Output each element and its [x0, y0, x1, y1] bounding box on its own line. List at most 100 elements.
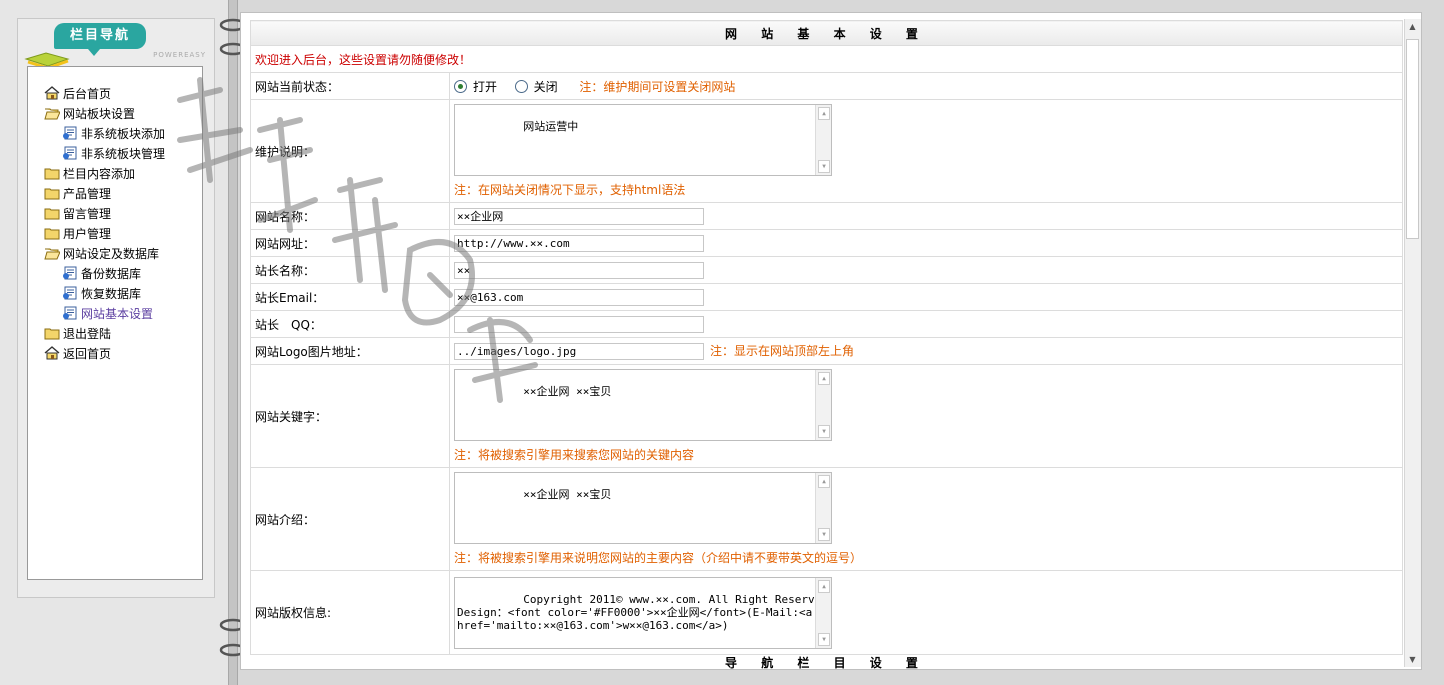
- welcome-row: 欢迎进入后台，这些设置请勿随便修改！: [250, 45, 1403, 73]
- sidebar-item[interactable]: 恢复数据库: [44, 284, 165, 304]
- copyright-value: Copyright 2011© www.××.com. All Right Re…: [457, 592, 828, 632]
- textarea-scrollbar[interactable]: ▲ ▼: [815, 577, 831, 648]
- scroll-up-icon[interactable]: ▲: [818, 475, 830, 488]
- settings-table: 网 站 基 本 设 置 欢迎进入后台，这些设置请勿随便修改！ 网站当前状态： 打…: [250, 20, 1403, 655]
- maintenance-row: 维护说明： 网站运营中 ▲ ▼ 注：在网站关闭情况下显示，支持html语法: [250, 99, 1403, 203]
- sidebar-item-label: 网站板块设置: [63, 107, 136, 121]
- document-icon: [62, 146, 78, 160]
- admin-qq-field: [449, 310, 1403, 338]
- status-label: 网站当前状态：: [250, 72, 450, 100]
- folder-icon: [44, 186, 60, 200]
- scroll-up-icon[interactable]: ▲: [818, 372, 830, 385]
- admin-email-input[interactable]: ××@163.com: [454, 288, 704, 306]
- document-icon: [62, 286, 78, 300]
- sidebar-item-label: 后台首页: [63, 87, 112, 101]
- scroll-up-icon[interactable]: ▲: [818, 579, 830, 593]
- textarea-scrollbar[interactable]: ▲ ▼: [815, 370, 831, 440]
- home-icon: [44, 86, 60, 100]
- keywords-note: 注：将被搜索引擎用来搜索您网站的关键内容: [454, 448, 695, 462]
- scroll-up-icon[interactable]: ▲: [818, 107, 830, 120]
- site-name-row: 网站名称： ××企业网: [250, 202, 1403, 230]
- logo-input[interactable]: ../images/logo.jpg: [454, 343, 704, 360]
- sidebar-item-label: 用户管理: [63, 227, 112, 241]
- scroll-up-icon[interactable]: ▲: [1407, 21, 1418, 32]
- sidebar-item[interactable]: 退出登陆: [44, 324, 165, 344]
- folder-icon: [44, 166, 60, 180]
- admin-qq-input[interactable]: [454, 315, 704, 333]
- sidebar-item[interactable]: 产品管理: [44, 184, 165, 204]
- sidebar-item[interactable]: 备份数据库: [44, 264, 165, 284]
- status-note: 注：维护期间可设置关闭网站: [579, 79, 736, 94]
- sidebar-item-label: 网站基本设置: [81, 307, 154, 321]
- site-url-label: 网站网址：: [250, 229, 450, 257]
- site-url-input[interactable]: http://www.××.com: [454, 234, 704, 252]
- scroll-down-icon[interactable]: ▼: [818, 528, 830, 541]
- maintenance-label: 维护说明：: [250, 99, 450, 203]
- left-panel: 栏目导航 POWEREASY 后台首页 网站板块设置 非系统板块添加 非系统板块管理栏…: [0, 0, 232, 685]
- admin-name-input[interactable]: ××: [454, 261, 704, 279]
- sidebar-item[interactable]: 返回首页: [44, 344, 165, 364]
- copyright-textarea[interactable]: Copyright 2011© www.××.com. All Right Re…: [454, 576, 832, 649]
- sidebar: 栏目导航 POWEREASY 后台首页 网站板块设置 非系统板块添加 非系统板块管理栏…: [17, 18, 215, 598]
- folder-open-icon: [44, 246, 61, 260]
- nav-box: 后台首页网站板块设置非系统板块添加 非系统板块管理栏目内容添加产品管理留言管理用户…: [27, 66, 203, 580]
- scroll-down-icon[interactable]: ▼: [818, 160, 830, 173]
- admin-email-label: 站长Email：: [250, 283, 450, 311]
- sidebar-item-label: 备份数据库: [81, 267, 142, 281]
- admin-email-field: ××@163.com: [449, 283, 1403, 311]
- maintenance-value: 网站运营中: [523, 120, 579, 133]
- status-field: 打开 关闭 注：维护期间可设置关闭网站: [449, 72, 1403, 100]
- sidebar-item[interactable]: 留言管理: [44, 204, 165, 224]
- document-icon: [62, 306, 78, 320]
- sidebar-item-label: 退出登陆: [63, 327, 112, 341]
- sidebar-item[interactable]: 网站设定及数据库: [44, 244, 165, 264]
- logo-field: ../images/logo.jpg 注：显示在网站顶部左上角: [449, 337, 1403, 365]
- keywords-textarea[interactable]: ××企业网 ××宝贝 ▲ ▼: [454, 369, 832, 441]
- section-title: 网 站 基 本 设 置: [250, 20, 1403, 46]
- sidebar-item-label: 返回首页: [63, 347, 112, 361]
- keywords-field: ××企业网 ××宝贝 ▲ ▼ 注：将被搜索引擎用来搜索您网站的关键内容: [449, 364, 1403, 468]
- folder-icon: [44, 226, 60, 240]
- sidebar-item-label: 非系统板块管理: [81, 147, 166, 161]
- sidebar-item[interactable]: 非系统板块添加: [44, 124, 165, 144]
- description-textarea[interactable]: ××企业网 ××宝贝 ▲ ▼: [454, 472, 832, 544]
- status-close-radio[interactable]: [514, 79, 528, 93]
- copyright-row: 网站版权信息: Copyright 2011© www.××.com. All …: [250, 570, 1403, 655]
- section-header-row: 网 站 基 本 设 置: [250, 20, 1403, 46]
- scroll-thumb[interactable]: [1406, 39, 1419, 239]
- logo-note: 注：显示在网站顶部左上角: [710, 344, 855, 358]
- sidebar-item[interactable]: 网站板块设置: [44, 104, 165, 124]
- main-scrollbar[interactable]: ▲ ▼: [1404, 19, 1421, 667]
- site-name-field: ××企业网: [449, 202, 1403, 230]
- folder-open-icon: [44, 106, 61, 120]
- sidebar-item[interactable]: 栏目内容添加: [44, 164, 165, 184]
- sidebar-item[interactable]: 用户管理: [44, 224, 165, 244]
- sidebar-item-label: 产品管理: [63, 187, 112, 201]
- welcome-text: 欢迎进入后台，这些设置请勿随便修改！: [250, 45, 1403, 73]
- textarea-scrollbar[interactable]: ▲ ▼: [815, 473, 831, 543]
- scroll-down-icon[interactable]: ▼: [1407, 654, 1418, 665]
- scroll-down-icon[interactable]: ▼: [818, 425, 830, 438]
- sidebar-item[interactable]: 网站基本设置: [44, 304, 165, 324]
- folder-icon: [44, 326, 60, 340]
- next-section-title: 导 航 栏 目 设 置: [725, 656, 928, 669]
- admin-qq-label: 站长 QQ：: [250, 310, 450, 338]
- sidebar-item[interactable]: 后台首页: [44, 84, 165, 104]
- keywords-row: 网站关键字： ××企业网 ××宝贝 ▲ ▼ 注：将被搜索引擎用来搜索您网站的关键内…: [250, 364, 1403, 468]
- status-row: 网站当前状态： 打开 关闭 注：维护期间可设置关闭网站: [250, 72, 1403, 100]
- sidebar-item-label: 恢复数据库: [81, 287, 142, 301]
- maintenance-textarea[interactable]: 网站运营中 ▲ ▼: [454, 104, 832, 176]
- admin-name-row: 站长名称： ××: [250, 256, 1403, 284]
- folder-icon: [44, 206, 60, 220]
- splitter-bar[interactable]: [228, 0, 238, 685]
- sidebar-item[interactable]: 非系统板块管理: [44, 144, 165, 164]
- sidebar-item-label: 非系统板块添加: [81, 127, 166, 141]
- scroll-down-icon[interactable]: ▼: [818, 632, 830, 646]
- main-frame: 网 站 基 本 设 置 欢迎进入后台，这些设置请勿随便修改！ 网站当前状态： 打…: [240, 12, 1422, 670]
- status-open-radio[interactable]: [454, 79, 467, 93]
- textarea-scrollbar[interactable]: ▲ ▼: [815, 105, 831, 175]
- sidebar-title: 栏目导航: [54, 23, 146, 56]
- logo-label: 网站Logo图片地址：: [250, 337, 450, 365]
- site-name-input[interactable]: ××企业网: [454, 207, 704, 225]
- document-icon: [62, 266, 78, 280]
